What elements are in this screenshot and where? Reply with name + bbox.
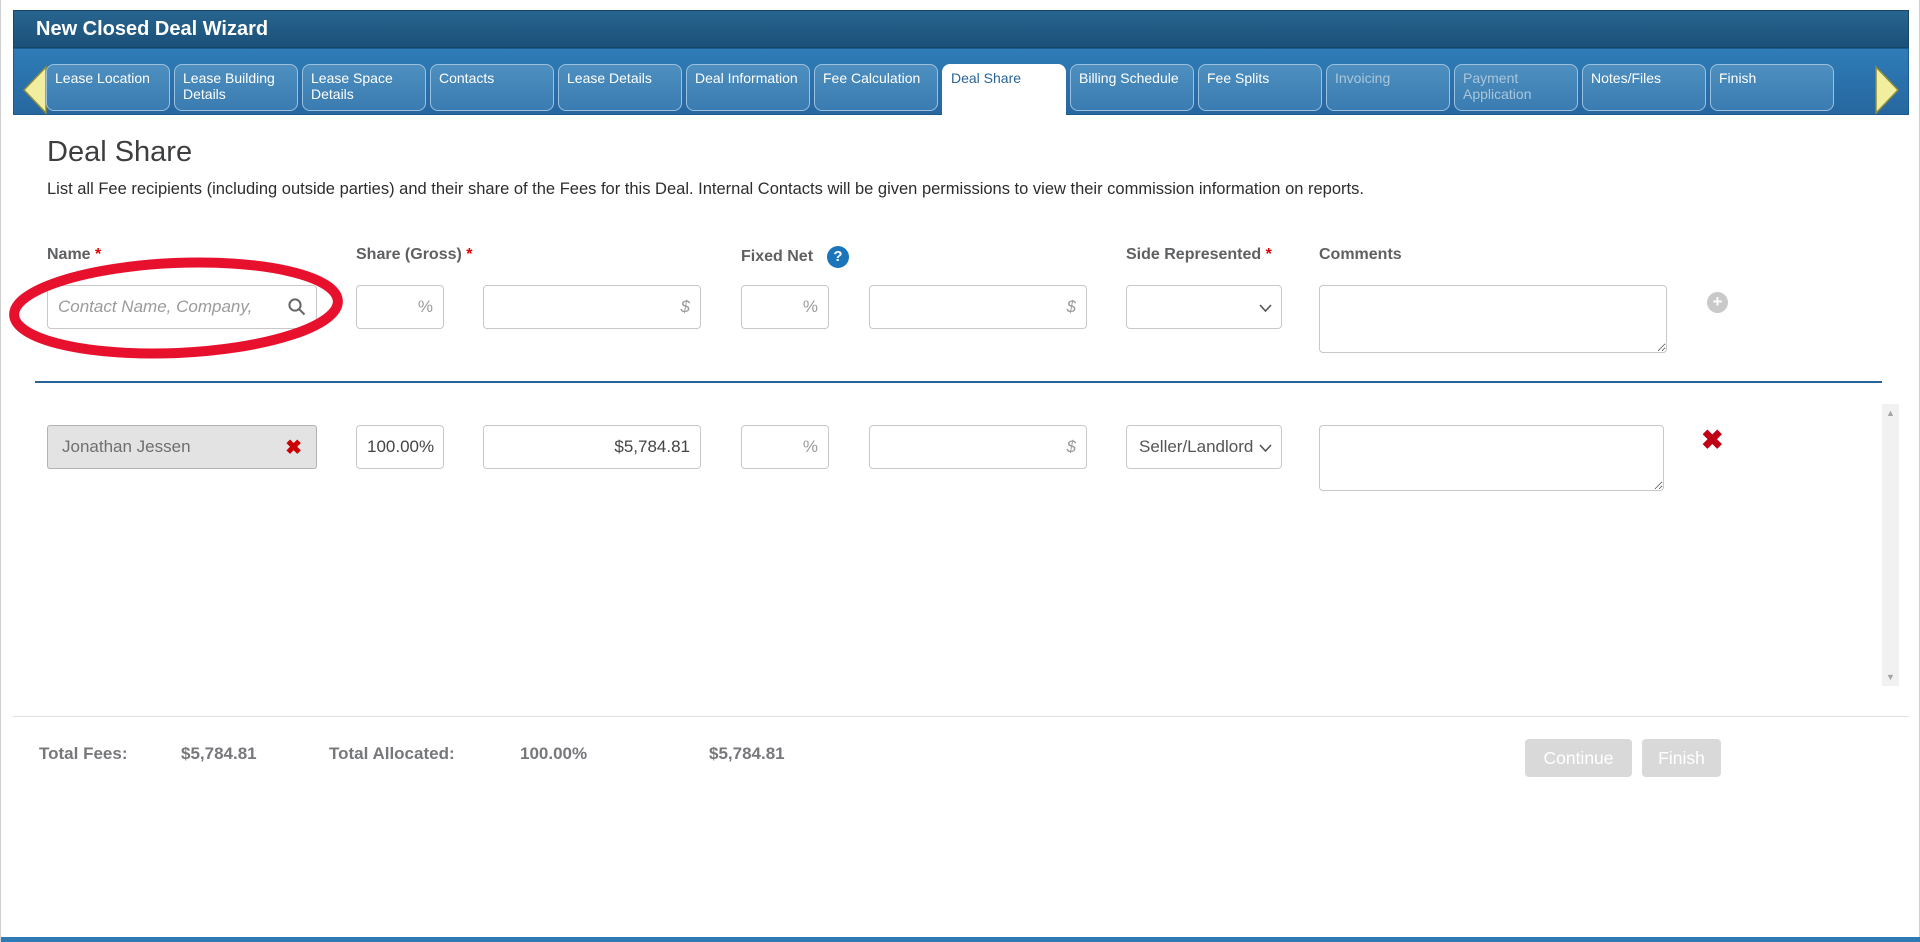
add-recipient-button[interactable]: +	[1707, 292, 1728, 313]
wizard-tab-strip: Lease Location Lease Building Details Le…	[13, 48, 1909, 115]
tab-invoicing[interactable]: Invoicing	[1326, 64, 1450, 111]
row-fixed-percent-input[interactable]	[741, 425, 829, 469]
finish-button[interactable]: Finish	[1642, 739, 1721, 777]
footer-divider	[13, 716, 1909, 717]
side-represented-column-label: Side Represented *	[1126, 246, 1272, 264]
required-asterisk: *	[95, 246, 101, 263]
chevron-down-icon	[1259, 304, 1272, 312]
tab-deal-information[interactable]: Deal Information	[686, 64, 810, 111]
new-comments-textarea[interactable]	[1319, 285, 1667, 353]
total-fees-label: Total Fees:	[39, 744, 127, 764]
tab-lease-details[interactable]: Lease Details	[558, 64, 682, 111]
window-title: New Closed Deal Wizard	[13, 10, 1909, 48]
tab-billing-schedule[interactable]: Billing Schedule	[1070, 64, 1194, 111]
tab-deal-share[interactable]: Deal Share	[942, 64, 1066, 116]
total-allocated-amount: $5,784.81	[709, 744, 785, 764]
tab-lease-location[interactable]: Lease Location	[46, 64, 170, 111]
next-tabs-arrow-icon[interactable]	[1872, 64, 1902, 116]
wizard-window: New Closed Deal Wizard Lease Location Le…	[0, 0, 1920, 942]
page-bottom-border	[1, 937, 1920, 942]
tab-finish[interactable]: Finish	[1710, 64, 1834, 111]
total-fees-value: $5,784.81	[181, 744, 257, 764]
scroll-up-icon[interactable]: ▲	[1882, 408, 1899, 418]
rows-divider	[35, 381, 1882, 383]
tab-payment-application[interactable]: Payment Application	[1454, 64, 1578, 111]
share-gross-column-label: Share (Gross) *	[356, 246, 473, 264]
comments-column-label: Comments	[1319, 246, 1402, 264]
name-column-label: Name *	[47, 246, 101, 264]
tab-lease-space-details[interactable]: Lease Space Details	[302, 64, 426, 111]
rows-scrollbar[interactable]: ▲ ▼	[1882, 404, 1899, 686]
recipient-name: Jonathan Jessen	[62, 437, 191, 457]
row-comments-textarea[interactable]	[1319, 425, 1664, 491]
tab-list: Lease Location Lease Building Details Le…	[46, 64, 1834, 116]
tab-lease-building-details[interactable]: Lease Building Details	[174, 64, 298, 111]
new-fixed-percent-input[interactable]	[741, 285, 829, 329]
required-asterisk: *	[466, 246, 472, 263]
total-allocated-percent: 100.00%	[520, 744, 587, 764]
delete-row-button[interactable]: ✖	[1701, 425, 1724, 456]
tab-contacts[interactable]: Contacts	[430, 64, 554, 111]
clear-recipient-icon[interactable]: ✖	[285, 435, 302, 460]
fixed-net-column-label: Fixed Net?	[741, 246, 849, 268]
contact-search-input[interactable]	[47, 285, 317, 329]
total-allocated-label: Total Allocated:	[329, 744, 455, 764]
row-fixed-amount-input[interactable]	[869, 425, 1087, 469]
scroll-down-icon[interactable]: ▼	[1882, 672, 1899, 682]
new-share-amount-input[interactable]	[483, 285, 701, 329]
page-description: List all Fee recipients (including outsi…	[47, 180, 1364, 199]
new-side-represented-select[interactable]	[1126, 285, 1282, 329]
page-title: Deal Share	[47, 136, 192, 169]
continue-button[interactable]: Continue	[1525, 739, 1632, 777]
contact-search-wrap	[47, 285, 317, 329]
search-icon	[287, 297, 307, 317]
chevron-down-icon	[1259, 444, 1272, 452]
tab-fee-splits[interactable]: Fee Splits	[1198, 64, 1322, 111]
row-share-amount-input[interactable]	[483, 425, 701, 469]
fixed-net-help-icon[interactable]: ?	[827, 246, 849, 268]
tab-notes-files[interactable]: Notes/Files	[1582, 64, 1706, 111]
recipient-name-box: Jonathan Jessen ✖	[47, 425, 317, 469]
row-side-represented-select[interactable]: Seller/Landlord	[1126, 425, 1282, 469]
required-asterisk: *	[1266, 246, 1272, 263]
new-fixed-amount-input[interactable]	[869, 285, 1087, 329]
row-share-percent-input[interactable]	[356, 425, 444, 469]
tab-fee-calculation[interactable]: Fee Calculation	[814, 64, 938, 111]
new-share-percent-input[interactable]	[356, 285, 444, 329]
